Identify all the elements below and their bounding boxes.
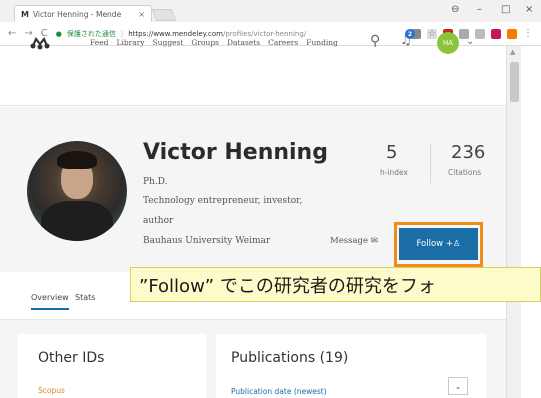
url-separator: | [120,29,124,38]
minimize-icon[interactable]: – [477,4,482,15]
citations-value: 236 [451,142,486,163]
nav-groups[interactable]: Groups [191,38,219,47]
mendeley-logo-icon[interactable] [30,36,50,50]
follow-label: Follow [416,239,444,249]
tab-stats[interactable]: Stats [75,293,95,302]
close-tab-icon[interactable]: × [138,10,145,19]
other-ids-title: Other IDs [38,350,105,366]
lock-icon: ● [55,29,62,38]
new-tab-button[interactable] [151,9,177,21]
h-index-value: 5 [386,142,398,163]
tab-title: Victor Henning - Mende [32,9,122,19]
instruction-callout: ”Follow” でこの研究者の研究をフォ [130,267,541,302]
stat-divider [430,143,431,183]
nav-careers[interactable]: Careers [268,38,298,47]
extension-orange-icon[interactable] [507,28,517,39]
nav-feed[interactable]: Feed [90,38,108,47]
profile-photo [27,141,127,241]
sort-label: Publication date (newest) [231,387,327,396]
extension-cloud-icon[interactable] [475,28,485,39]
profile-bio-line1: Technology entrepreneur, investor, [143,196,303,206]
follow-button[interactable]: Follow +♙ [399,228,478,260]
secure-label: 保護された通信 [66,29,116,38]
mendeley-header [0,46,506,106]
account-icon[interactable]: ⊖ [451,4,459,15]
close-window-icon[interactable]: × [525,4,533,15]
profile-name: Victor Henning [143,140,328,165]
main-nav: Feed Library Suggest Groups Datasets Car… [90,38,338,47]
url-text: https://www.mendeley.com/profiles/victor… [128,30,306,38]
search-icon[interactable]: ⚲ [370,33,380,49]
bookmark-star-icon[interactable]: ☆ [427,28,437,39]
profile-bio-line2: author [143,216,174,226]
maximize-icon[interactable]: □ [501,4,510,15]
notification-badge: 2 [405,29,415,39]
browser-menu-icon[interactable]: ⋮ [523,28,533,39]
scroll-thumb[interactable] [510,62,519,102]
sort-dropdown-button[interactable]: ⌄ [448,377,468,395]
browser-titlebar: M Victor Henning - Mende × ⊖ – □ × [0,0,541,22]
envelope-icon: ✉ [370,236,378,246]
message-label: Message [330,236,368,246]
scopus-link[interactable]: Scopus [38,386,65,395]
nav-library[interactable]: Library [116,38,144,47]
nav-datasets[interactable]: Datasets [227,38,260,47]
message-button[interactable]: Message ✉ [330,236,378,246]
browser-tab[interactable]: M Victor Henning - Mende × [14,5,152,22]
add-user-icon: +♙ [445,239,461,249]
profile-affiliation[interactable]: Bauhaus University Weimar [143,236,270,246]
back-icon[interactable]: ← [8,28,16,39]
publications-title: Publications (19) [231,350,349,366]
h-index-label: h-index [380,168,408,177]
nav-funding[interactable]: Funding [306,38,338,47]
url-host: https://www.mendeley.com [128,29,223,38]
photo-body [41,201,113,241]
profile-degree: Ph.D. [143,177,168,187]
user-avatar[interactable]: HA [437,32,459,54]
page-scrollbar[interactable]: ▲ [506,46,521,398]
photo-hair [57,151,97,169]
right-gutter [521,46,541,398]
extension-pink-icon[interactable] [491,28,501,39]
chevron-down-icon: ⌄ [454,381,462,391]
scroll-up-icon[interactable]: ▲ [510,48,515,56]
nav-suggest[interactable]: Suggest [153,38,184,47]
url-path: /profiles/victor-henning/ [222,29,307,38]
chevron-down-icon[interactable]: ⌄ [466,36,474,47]
mendeley-favicon-icon: M [21,9,29,19]
citations-label: Citations [448,168,482,177]
tab-overview[interactable]: Overview [31,293,69,310]
